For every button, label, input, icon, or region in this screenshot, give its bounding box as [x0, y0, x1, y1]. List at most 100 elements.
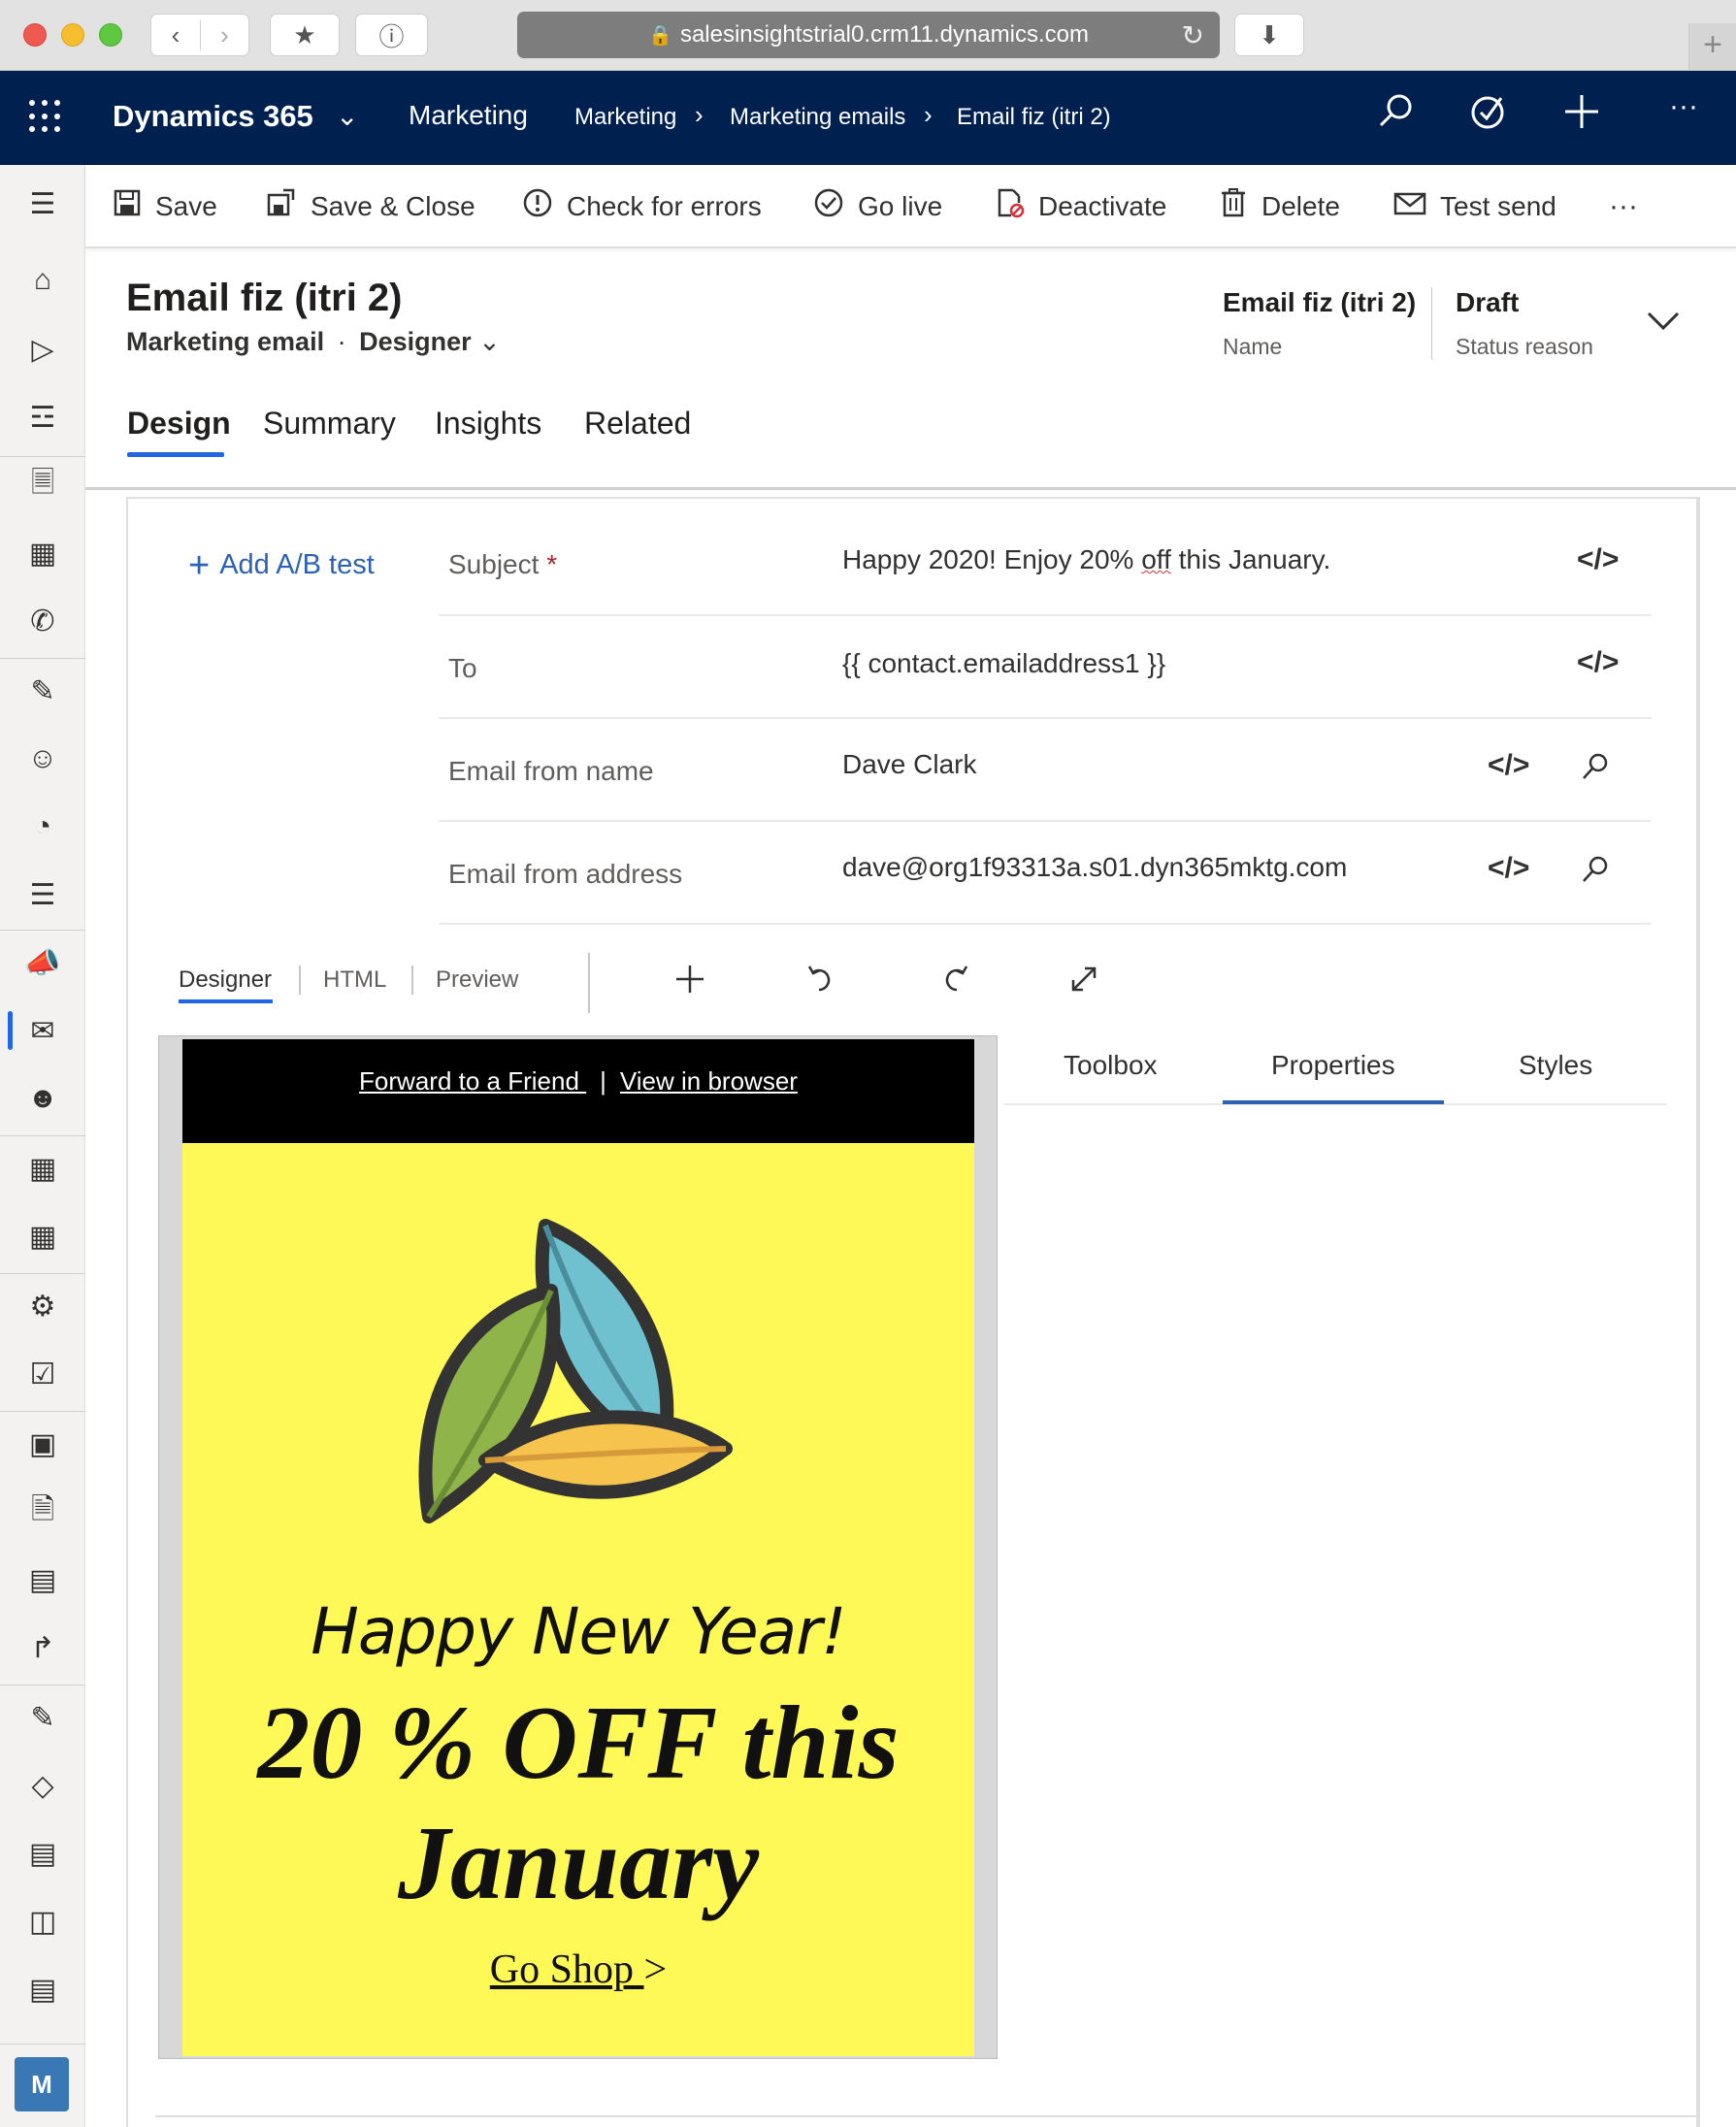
chevron-down-icon[interactable]: ⌄ — [336, 100, 358, 132]
subject-label: Subject * — [448, 549, 558, 579]
add-icon[interactable] — [1562, 92, 1601, 141]
code-icon[interactable]: </> — [1488, 852, 1529, 885]
editor-tab-html[interactable]: HTML — [323, 966, 386, 994]
task-check-icon[interactable] — [1469, 92, 1508, 141]
call-settings-icon[interactable]: ⚙ — [0, 1277, 85, 1335]
deactivate-button[interactable]: Deactivate — [994, 186, 1166, 227]
subject-field[interactable]: Happy 2020! Enjoy 20% off this January. — [842, 544, 1330, 575]
calendar-icon[interactable]: ▦ — [0, 524, 85, 582]
minimize-window-button[interactable] — [61, 23, 84, 47]
side-tab-indicator — [1223, 1100, 1444, 1104]
header-status-value: Draft — [1456, 287, 1520, 317]
forward-to-friend-link[interactable]: Forward to a Friend — [359, 1066, 586, 1096]
report-icon[interactable]: ▤ — [0, 1960, 85, 2018]
page-icon[interactable]: 🗎 — [0, 1483, 85, 1541]
megaphone-icon[interactable]: 📣 — [0, 933, 85, 992]
page-info-button[interactable]: ⓘ — [355, 14, 428, 56]
header-name-value: Email fiz (itri 2) — [1223, 287, 1417, 317]
tab-design[interactable]: Design — [127, 406, 231, 442]
phone-icon[interactable]: ✆ — [0, 592, 85, 650]
header-field-name: Email fiz (itri 2) Name — [1223, 287, 1416, 360]
go-live-button[interactable]: Go live — [813, 186, 942, 227]
code-icon[interactable]: </> — [1577, 543, 1619, 576]
go-shop-arrow: > — [643, 1947, 668, 1992]
check-circle-icon — [813, 187, 844, 226]
warning-circle-icon — [522, 187, 553, 226]
new-tab-button[interactable]: + — [1688, 23, 1736, 70]
schedule-icon[interactable]: ▦ — [0, 1207, 85, 1265]
tab-summary[interactable]: Summary — [263, 406, 396, 442]
from-name-field[interactable]: Dave Clark — [842, 749, 976, 780]
content-icon[interactable]: ▤ — [0, 1551, 85, 1609]
tab-properties[interactable]: Properties — [1271, 1050, 1395, 1081]
reload-icon[interactable]: ↻ — [1182, 19, 1204, 51]
tab-related[interactable]: Related — [584, 406, 691, 442]
pinned-icon[interactable]: ☲ — [0, 388, 85, 446]
leaf-logo-image[interactable] — [417, 1218, 737, 1533]
home-icon[interactable]: ⌂ — [0, 251, 85, 310]
back-button[interactable]: ‹ — [151, 20, 200, 50]
app-launcher-icon[interactable] — [29, 100, 62, 133]
forward-button[interactable]: › — [199, 19, 248, 50]
editor-tab-designer[interactable]: Designer — [179, 966, 272, 994]
editor-tab-preview[interactable]: Preview — [436, 966, 518, 994]
delete-button[interactable]: Delete — [1219, 186, 1340, 227]
tab-toolbox[interactable]: Toolbox — [1064, 1050, 1158, 1081]
search-icon[interactable] — [1580, 751, 1611, 790]
close-window-button[interactable] — [23, 23, 47, 47]
form-icon[interactable]: ✎ — [0, 662, 85, 720]
more-icon[interactable]: ··· — [1669, 90, 1698, 123]
event-calendar-icon[interactable]: ▦ — [0, 1139, 85, 1197]
check-for-errors-button[interactable]: Check for errors — [522, 186, 762, 227]
breadcrumb-marketing[interactable]: Marketing — [574, 104, 676, 131]
search-icon[interactable] — [1376, 92, 1415, 141]
code-icon[interactable]: </> — [1577, 646, 1619, 679]
area-name[interactable]: Marketing — [409, 100, 528, 131]
view-in-browser-link[interactable]: View in browser — [620, 1066, 798, 1096]
survey-icon[interactable]: ☑ — [0, 1345, 85, 1403]
go-shop-link[interactable]: Go Shop > — [182, 1947, 974, 1993]
bookmarks-button[interactable]: ★ — [270, 14, 340, 56]
tab-styles[interactable]: Styles — [1519, 1050, 1592, 1081]
fullscreen-icon[interactable] — [1067, 963, 1100, 1005]
save-button[interactable]: Save — [113, 186, 217, 227]
test-send-button[interactable]: Test send — [1393, 186, 1556, 227]
search-icon[interactable] — [1580, 854, 1611, 893]
save-and-close-button[interactable]: Save & Close — [266, 186, 475, 227]
templates-icon[interactable]: ✎ — [0, 1688, 85, 1747]
segments-icon[interactable]: ◔ — [0, 798, 85, 856]
contact-icon[interactable]: ☺ — [0, 730, 85, 788]
area-switcher-avatar[interactable]: M — [15, 2057, 69, 2111]
add-icon[interactable] — [673, 963, 706, 1005]
form-selector[interactable]: Designer ⌄ — [359, 327, 501, 356]
downloads-button[interactable]: ⬇ — [1234, 14, 1304, 56]
app-name[interactable]: Dynamics 365 — [113, 99, 313, 134]
expand-header-icon[interactable] — [1646, 301, 1681, 342]
redirect-icon[interactable]: ↱ — [0, 1619, 85, 1677]
undo-icon[interactable] — [805, 963, 838, 1005]
save-close-label: Save & Close — [311, 191, 475, 221]
website-icon[interactable]: ▣ — [0, 1415, 85, 1473]
breadcrumb-marketing-emails[interactable]: Marketing emails — [730, 104, 905, 131]
layout-icon[interactable]: ▤ — [0, 1824, 85, 1882]
redo-icon[interactable] — [937, 963, 970, 1005]
hamburger-menu-icon[interactable]: ☰ — [0, 175, 85, 233]
more-commands-button[interactable]: ··· — [1609, 186, 1638, 227]
maximize-window-button[interactable] — [99, 23, 122, 47]
code-icon[interactable]: </> — [1488, 749, 1529, 782]
email-icon[interactable]: ✉ — [0, 1001, 85, 1060]
left-nav-rail: ☰ ⌂ ▷ ☲ 🗏 ▦ ✆ ✎ ☺ ◔ ☰ 📣 ✉ ☻ ▦ ▦ ⚙ ☑ ▣ 🗎 … — [0, 165, 85, 2127]
tag-icon[interactable]: ◇ — [0, 1756, 85, 1815]
play-icon[interactable]: ▷ — [0, 320, 85, 378]
tab-insights[interactable]: Insights — [435, 406, 541, 442]
info-icon: ⓘ — [378, 21, 405, 51]
lists-icon[interactable]: ☰ — [0, 866, 85, 924]
to-field[interactable]: {{ contact.emailaddress1 }} — [842, 648, 1165, 679]
address-bar[interactable]: 🔒 salesinsightstrial0.crm11.dynamics.com… — [517, 12, 1220, 58]
add-ab-test-button[interactable]: + Add A/B test — [188, 545, 375, 587]
video-icon[interactable]: ◫ — [0, 1892, 85, 1950]
documents-icon[interactable]: 🗏 — [0, 456, 85, 514]
from-address-field[interactable]: dave@org1f93313a.s01.dyn365mktg.com — [842, 852, 1347, 883]
deactivate-label: Deactivate — [1038, 191, 1167, 221]
smiley-icon[interactable]: ☻ — [0, 1069, 85, 1128]
